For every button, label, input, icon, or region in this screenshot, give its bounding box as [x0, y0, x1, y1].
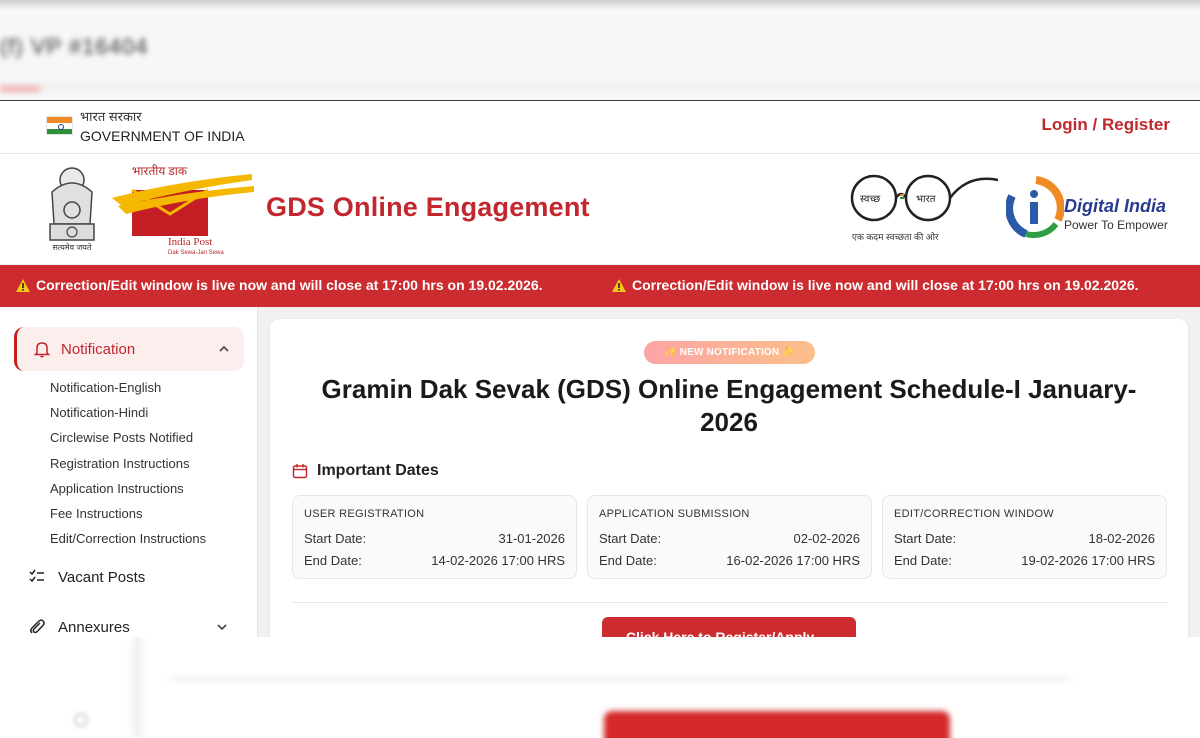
- warning-icon: [612, 278, 626, 292]
- digital-india-title: Digital India: [1064, 196, 1167, 216]
- submenu-edit-correction-instructions[interactable]: Edit/Correction Instructions: [50, 530, 206, 555]
- site-title: GDS Online Engagement: [266, 192, 590, 222]
- submenu-application-instructions[interactable]: Application Instructions: [50, 480, 206, 505]
- important-dates-heading: Important Dates: [292, 462, 439, 480]
- background-blurred-line: [0, 84, 1200, 90]
- date-box-heading: APPLICATION SUBMISSION: [599, 508, 750, 520]
- gov-hindi-label: भारत सरकार: [80, 109, 142, 124]
- new-notification-badge: ✨ NEW NOTIFICATION ✨: [644, 341, 815, 364]
- ticker-message: Correction/Edit window is live now and w…: [36, 277, 543, 293]
- start-date-label: Start Date:: [894, 531, 957, 546]
- sidebar-item-label: Annexures: [58, 618, 130, 636]
- end-date-label: End Date:: [599, 553, 657, 568]
- ticker-item: Correction/Edit window is live now and w…: [612, 277, 1139, 293]
- background-shadow: [0, 0, 1200, 10]
- national-emblem-icon: [49, 167, 95, 241]
- submenu-fee-instructions[interactable]: Fee Instructions: [50, 505, 206, 530]
- calendar-icon: [292, 464, 308, 479]
- sidebar-item-annexures[interactable]: Annexures: [28, 618, 227, 636]
- background-blurred-top: (f) VP #16404: [0, 0, 1200, 100]
- bell-icon: [33, 342, 51, 358]
- background-blurred-icon: [74, 713, 88, 727]
- end-date-label: End Date:: [304, 553, 362, 568]
- start-date-value: 31-01-2026: [498, 531, 566, 546]
- start-date-value: 18-02-2026: [1088, 531, 1156, 546]
- ticker-message: Correction/Edit window is live now and w…: [632, 277, 1139, 293]
- paperclip-icon: [30, 619, 45, 634]
- chevron-down-icon: [217, 624, 227, 631]
- brand-header: सत्यमेव जयते भारतीय डाक India Post Dak S…: [0, 154, 1200, 265]
- end-date-row: End Date: 19-02-2026 17:00 HRS: [894, 553, 1155, 568]
- emblem-motto: सत्यमेव जयते: [52, 243, 92, 252]
- chevron-up-icon: [219, 345, 229, 352]
- submenu-circlewise-posts[interactable]: Circlewise Posts Notified: [50, 429, 206, 454]
- end-date-row: End Date: 14-02-2026 17:00 HRS: [304, 553, 565, 568]
- divider: [292, 602, 1168, 603]
- date-box-heading: USER REGISTRATION: [304, 508, 425, 520]
- date-box-heading: EDIT/CORRECTION WINDOW: [894, 508, 1054, 520]
- register-apply-button[interactable]: Click Here to Register/Apply →: [602, 617, 856, 637]
- content-area: Notification Notification-English Notifi…: [0, 307, 1200, 637]
- notification-submenu: Notification-English Notification-Hindi …: [50, 379, 206, 555]
- government-bar: भारत सरकार GOVERNMENT OF INDIA Login / R…: [0, 101, 1200, 154]
- screenshot-frame: भारत सरकार GOVERNMENT OF INDIA Login / R…: [0, 100, 1200, 637]
- india-post-hindi: भारतीय डाक: [132, 164, 188, 178]
- date-box-application-submission: APPLICATION SUBMISSION Start Date: 02-02…: [587, 495, 872, 579]
- login-register-link[interactable]: Login / Register: [1042, 115, 1170, 135]
- end-date-label: End Date:: [894, 553, 952, 568]
- background-blurred-button: [604, 711, 950, 738]
- start-date-value: 02-02-2026: [793, 531, 861, 546]
- background-blurred-mark: [0, 86, 40, 92]
- start-date-label: Start Date:: [304, 531, 367, 546]
- announcement-ticker: Correction/Edit window is live now and w…: [0, 265, 1200, 307]
- digital-india-subtitle: Power To Empower: [1064, 218, 1168, 232]
- swachh-caption: एक कदम स्वच्छता की ओर: [852, 232, 939, 242]
- end-date-row: End Date: 16-02-2026 17:00 HRS: [599, 553, 860, 568]
- end-date-value: 19-02-2026 17:00 HRS: [1021, 553, 1155, 568]
- end-date-value: 14-02-2026 17:00 HRS: [431, 553, 565, 568]
- background-blurred-line: [170, 677, 1070, 681]
- page-title: Gramin Dak Sevak (GDS) Online Engagement…: [321, 374, 1137, 437]
- date-box-edit-correction-window: EDIT/CORRECTION WINDOW Start Date: 18-02…: [882, 495, 1167, 579]
- sidebar-item-notification[interactable]: Notification: [14, 327, 244, 371]
- start-date-row: Start Date: 02-02-2026: [599, 531, 860, 546]
- india-post-tagline: Dak Sewa-Jan Sewa: [168, 250, 224, 256]
- notification-card: ✨ NEW NOTIFICATION ✨ Gramin Dak Sevak (G…: [270, 319, 1188, 637]
- submenu-notification-hindi[interactable]: Notification-Hindi: [50, 404, 206, 429]
- end-date-value: 16-02-2026 17:00 HRS: [726, 553, 860, 568]
- checklist-icon: [29, 569, 44, 583]
- submenu-notification-english[interactable]: Notification-English: [50, 379, 206, 404]
- important-dates-label: Important Dates: [317, 462, 439, 479]
- date-box-user-registration: USER REGISTRATION Start Date: 31-01-2026…: [292, 495, 577, 579]
- background-blurred-text: (f) VP #16404: [0, 34, 149, 59]
- background-blurred-bottom: [0, 637, 1200, 738]
- swachh-left-text: स्वच्छ: [860, 194, 880, 205]
- sidebar-item-label: Vacant Posts: [58, 568, 146, 586]
- background-blurred-divider: [132, 637, 142, 738]
- sidebar-item-label: Notification: [61, 340, 136, 358]
- start-date-row: Start Date: 31-01-2026: [304, 531, 565, 546]
- sidebar-item-vacant-posts[interactable]: Vacant Posts: [28, 568, 145, 586]
- ticker-item: Correction/Edit window is live now and w…: [16, 277, 543, 293]
- india-flag-icon: [46, 116, 73, 135]
- warning-icon: [16, 278, 30, 292]
- gov-english-label: GOVERNMENT OF INDIA: [80, 128, 245, 144]
- sidebar: Notification Notification-English Notifi…: [0, 307, 258, 637]
- india-post-label: India Post: [168, 236, 213, 248]
- start-date-label: Start Date:: [599, 531, 662, 546]
- submenu-registration-instructions[interactable]: Registration Instructions: [50, 455, 206, 480]
- swachh-right-text: भारत: [916, 194, 936, 205]
- digital-india-logo-icon: [1006, 176, 1064, 239]
- start-date-row: Start Date: 18-02-2026: [894, 531, 1155, 546]
